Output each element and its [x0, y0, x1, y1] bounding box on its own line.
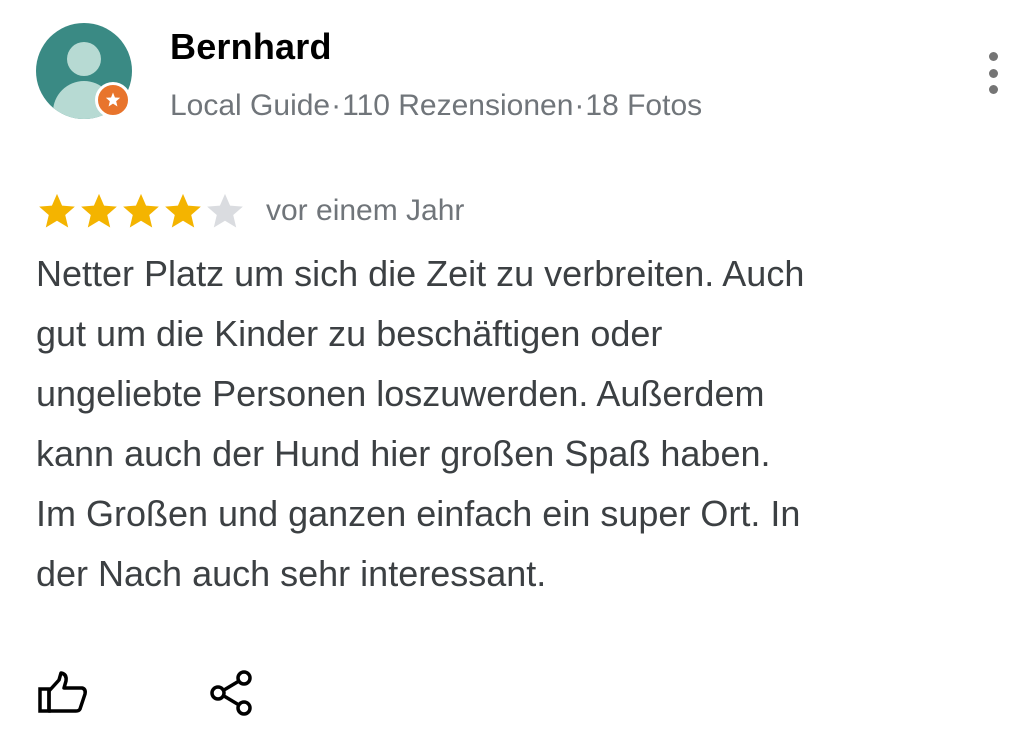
meta-separator: ·: [331, 89, 342, 122]
share-button[interactable]: [204, 666, 258, 720]
rating-row: vor einem Jahr: [36, 186, 464, 236]
star-filled-icon: [165, 193, 201, 228]
review-count: 110 Rezensionen: [342, 89, 574, 122]
local-guide-label: Local Guide: [170, 89, 331, 122]
star-filled-icon: [39, 193, 75, 228]
like-button[interactable]: [36, 666, 90, 720]
reviewer-meta: Local Guide·110 Rezensionen·18 Fotos: [170, 86, 702, 126]
thumbs-up-icon: [38, 671, 87, 713]
star-empty-icon: [207, 193, 243, 228]
meta-separator: ·: [574, 89, 585, 122]
star-filled-icon: [123, 193, 159, 228]
more-vert-icon-dot: [988, 85, 998, 94]
more-vert-icon-dot: [988, 68, 998, 78]
more-vert-icon-dot: [988, 52, 998, 61]
review-text: Netter Platz um sich die Zeit zu verbrei…: [36, 253, 805, 594]
review-time: vor einem Jahr: [266, 194, 465, 227]
star-badge-icon: [105, 92, 121, 107]
reviewer-name[interactable]: Bernhard: [170, 24, 332, 70]
local-guide-badge-icon: [95, 82, 131, 118]
photo-count: 18 Fotos: [585, 89, 703, 122]
star-rating: [36, 190, 246, 232]
share-icon: [210, 670, 252, 716]
star-filled-icon: [81, 193, 117, 228]
avatar-head-shape: [67, 42, 101, 76]
more-options-button[interactable]: [976, 48, 1010, 98]
